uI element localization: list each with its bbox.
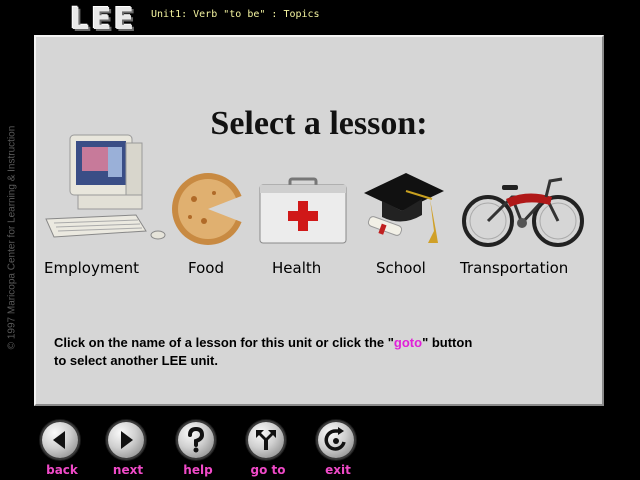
arrow-right-icon	[121, 431, 133, 449]
lesson-school-link[interactable]: School	[376, 259, 426, 277]
lesson-health-image[interactable]	[258, 177, 348, 247]
instructions-part2: " button	[422, 335, 473, 350]
instructions-text: Click on the name of a lesson for this u…	[54, 334, 594, 370]
goto-arrows-icon	[256, 430, 276, 450]
lesson-panel: Select a lesson: Employment Food Health …	[34, 35, 604, 406]
lesson-transportation-link[interactable]: Transportation	[460, 259, 568, 277]
back-button[interactable]: back	[40, 422, 84, 480]
back-label: back	[46, 463, 78, 477]
lesson-employment-image[interactable]	[42, 133, 170, 253]
arrow-left-icon	[53, 431, 65, 449]
instructions-line2: to select another LEE unit.	[54, 353, 218, 368]
lesson-employment-link[interactable]: Employment	[44, 259, 139, 277]
first-aid-kit-icon	[259, 177, 347, 244]
lesson-transportation-image[interactable]	[462, 173, 586, 249]
question-mark-icon	[188, 426, 205, 453]
next-button[interactable]: next	[106, 422, 150, 480]
instructions-goto-word: goto	[393, 335, 423, 350]
pie-icon	[172, 173, 247, 245]
lesson-health-link[interactable]: Health	[272, 259, 321, 277]
computer-icon	[45, 134, 166, 240]
help-button[interactable]: help	[176, 422, 220, 480]
unit-title: Unit1: Verb "to be" : Topics	[151, 9, 320, 20]
lesson-food-link[interactable]: Food	[188, 259, 224, 277]
graduation-cap-icon	[364, 173, 444, 243]
lesson-food-image[interactable]	[170, 169, 250, 249]
goto-button[interactable]: go to	[246, 422, 290, 480]
exit-label: exit	[325, 463, 351, 477]
goto-label: go to	[250, 463, 286, 477]
copyright-notice: © 1997 Maricopa Center for Learning & In…	[6, 125, 18, 350]
help-label: help	[183, 463, 213, 477]
instructions-part1: Click on the name of a lesson for this u…	[54, 335, 394, 350]
exit-button[interactable]: exit	[316, 422, 360, 480]
bicycle-icon	[462, 177, 584, 247]
exit-swirl-icon	[324, 427, 346, 451]
next-label: next	[112, 463, 144, 477]
lee-logo: LEE	[70, 2, 137, 37]
lesson-school-image[interactable]	[362, 169, 446, 251]
